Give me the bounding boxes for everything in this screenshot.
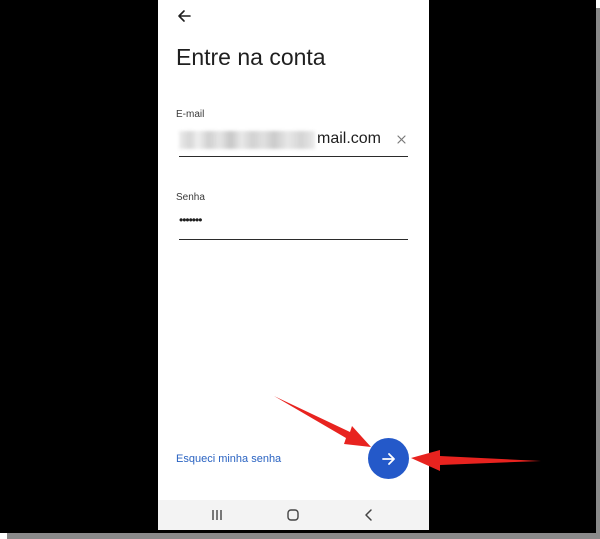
recent-apps-icon [212,510,222,520]
forgot-password-link[interactable]: Esqueci minha senha [176,453,281,465]
email-value: mail.com [317,130,382,147]
close-icon [396,134,406,144]
page-title: Entre na conta [176,44,326,70]
back-icon [365,509,372,521]
recent-apps-button[interactable] [209,507,225,523]
home-icon [287,509,299,521]
next-button[interactable] [368,438,409,479]
back-arrow-button[interactable] [172,4,196,28]
arrow-right-icon [381,452,395,465]
password-value: ••••••• [179,213,202,227]
password-label: Senha [176,192,205,203]
email-field[interactable]: mail.com [179,128,408,157]
clear-email-button[interactable] [394,132,408,146]
obscured-email-prefix [179,131,315,149]
system-nav-bar [158,500,429,530]
back-button[interactable] [361,507,377,523]
phone-screen: Entre na conta E-mail mail.com Senha •••… [158,0,429,530]
arrow-left-icon [178,10,191,22]
home-button[interactable] [285,507,301,523]
email-label: E-mail [176,109,205,120]
password-field[interactable]: ••••••• [179,211,408,240]
